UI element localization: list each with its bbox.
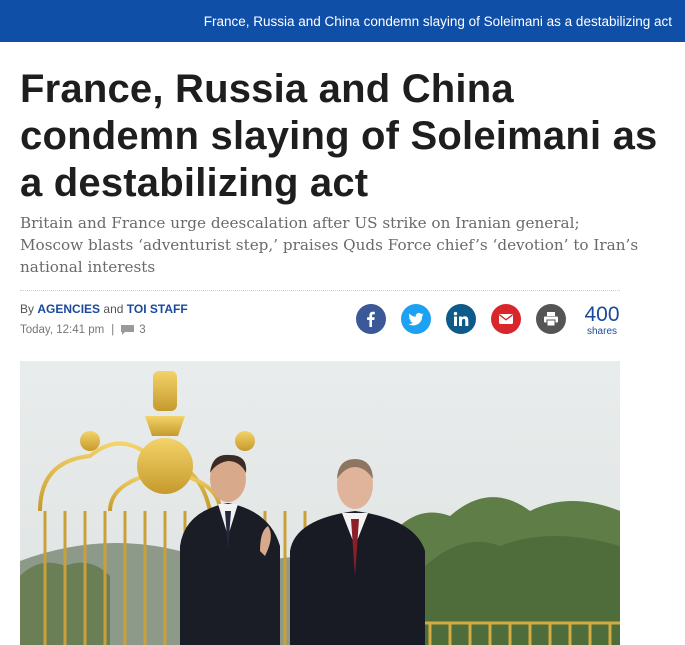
topbar-title[interactable]: France, Russia and China condemn slaying… [204,14,685,29]
email-share-button[interactable] [491,304,521,334]
twitter-share-button[interactable] [401,304,431,334]
byline-conjunction: and [103,302,124,316]
article-headline: France, Russia and China condemn slaying… [20,67,658,205]
article-meta: Today, 12:41 pm | 3 [20,324,146,336]
meta-separator: | [111,324,115,336]
byline-prefix: By [20,302,35,316]
share-count: 400 shares [583,304,621,338]
leaders-photo-illustration [20,361,620,645]
timestamp: Today, 12:41 pm [20,324,105,336]
facebook-share-button[interactable] [356,304,386,334]
comments-link[interactable]: 3 [121,324,146,336]
mail-icon [499,314,513,324]
share-count-number: 400 [584,303,620,326]
twitter-icon [408,313,424,326]
facebook-icon [367,311,375,327]
share-count-label: shares [586,326,617,337]
comment-icon [121,325,135,335]
author-link-agencies[interactable]: AGENCIES [37,302,100,316]
article-subheadline: Britain and France urge deescalation aft… [20,214,639,276]
print-button[interactable] [536,304,566,334]
comment-count: 3 [139,324,146,336]
top-banner: France, Russia and China condemn slaying… [0,0,685,42]
divider [20,290,620,291]
byline: By AGENCIES and TOI STAFF [20,302,188,316]
author-link-toi-staff[interactable]: TOI STAFF [127,302,188,316]
article-main-photo[interactable] [20,361,620,645]
printer-icon [544,312,558,327]
linkedin-icon [453,311,469,326]
share-buttons [356,304,566,334]
linkedin-share-button[interactable] [446,304,476,334]
